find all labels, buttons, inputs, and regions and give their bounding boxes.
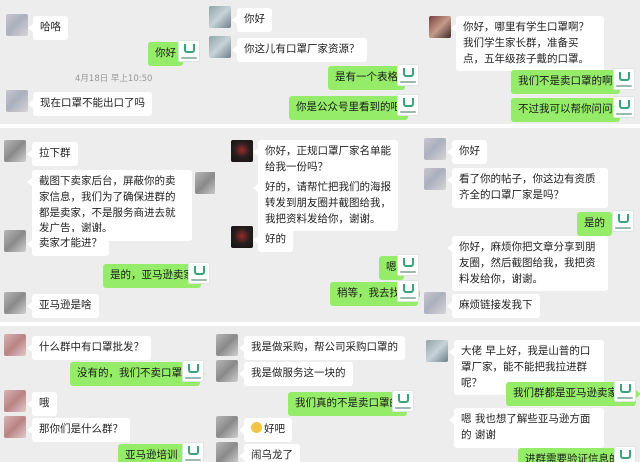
contact-avatar[interactable] [231,226,253,248]
contact-avatar[interactable] [4,334,26,356]
message-bubble-incoming: 闹乌龙了 [239,444,300,462]
self-avatar[interactable] [182,442,204,462]
contact-avatar[interactable] [4,390,26,412]
self-avatar[interactable] [614,446,636,462]
contact-avatar[interactable] [426,340,448,362]
message-bubble-outgoing: 没有的，我们不卖口罩的 [70,362,204,386]
message-bubble-incoming: 你这儿有口罩厂家资源？ [232,38,367,62]
contact-avatar[interactable] [6,90,28,112]
message-bubble-incoming: 亚马逊是啥 [27,294,99,318]
message-bubble-outgoing: 是有一个表格 [328,66,410,90]
self-avatar[interactable] [613,68,635,90]
message-bubble-incoming: 你好 [447,140,487,164]
contact-avatar[interactable] [216,416,238,438]
message-bubble-incoming: 嗯 我也想了解些亚马逊方面的 谢谢 [449,408,604,448]
chat-panel-1: 哈咯 你好 4月18日 早上10:50 现在口罩不能出口了吗 [0,0,205,124]
message-bubble-incoming: 卖家才能进？ [27,232,109,256]
message-bubble-incoming: 你好，麻烦你把文章分享到朋友圈，然后截图给我，我把资料发给你，谢谢。 [447,236,608,292]
contact-avatar[interactable] [216,442,238,462]
contact-avatar[interactable] [6,14,28,36]
message-bubble-incoming: 我是做服务这一块的 [239,362,353,386]
contact-avatar[interactable] [209,6,231,28]
message-bubble-incoming: 你好 [232,8,272,32]
message-bubble-incoming: 我是做采购，帮公司采购口罩的 [239,336,405,360]
chat-panel-6: 你好 看了你的帖子，你这边有资质齐全的口罩厂家是吗？ 是的 你好，麻烦你把文章分… [420,128,640,322]
message-bubble-incoming: 好吧 [239,418,292,442]
self-avatar[interactable] [397,94,419,116]
contact-avatar[interactable] [4,230,26,252]
chat-panel-8: 我是做采购，帮公司采购口罩的 我是做服务这一块的 我们真的不是卖口罩的 好吧 闹… [210,326,420,462]
message-bubble-incoming: 看了你的帖子，你这边有资质齐全的口罩厂家是吗？ [447,168,608,208]
message-bubble-incoming: 现在口罩不能出口了吗 [28,92,152,116]
contact-avatar[interactable] [4,416,26,438]
self-avatar[interactable] [188,262,210,284]
contact-avatar[interactable] [4,292,26,314]
message-bubble-outgoing: 是的，亚马逊卖家 [103,264,206,288]
message-bubble-outgoing: 你是公众号里看到的吧 [289,96,413,120]
message-bubble-outgoing: 不过我可以帮你问问 [511,98,624,122]
message-bubble-incoming: 你好，正规口罩厂家名单能给我一份吗？ [253,140,398,180]
contact-avatar[interactable] [195,172,215,194]
chat-panel-7: 什么群中有口罩批发？ 没有的，我们不卖口罩的 哦 那你们是什么群？ 亚马逊培训 [0,326,210,462]
contact-avatar[interactable] [424,168,446,190]
self-avatar[interactable] [182,360,204,382]
message-bubble-outgoing: 亚马逊培训 [118,444,189,462]
self-avatar[interactable] [613,96,635,118]
self-avatar[interactable] [612,210,634,232]
self-avatar[interactable] [397,254,419,276]
contact-avatar[interactable] [216,334,238,356]
message-bubble-outgoing: 我们不是卖口罩的啊 [511,70,624,94]
message-bubble-incoming: 你好，哪里有学生口罩啊？我们学生家长群，准备买点，五年级孩子戴的口罩。 [451,16,604,72]
contact-avatar[interactable] [429,16,451,38]
smile-emoji-icon [251,422,262,433]
self-avatar[interactable] [392,390,414,412]
message-bubble-outgoing: 我们真的不是卖口罩的 [288,392,412,416]
message-bubble-incoming: 拉下群 [27,142,78,166]
message-bubble-incoming: 好的 [253,228,293,252]
contact-avatar[interactable] [424,292,446,314]
message-bubble-incoming: 哈咯 [28,16,68,40]
message-bubble-incoming: 什么群中有口罩批发？ [27,336,151,360]
chat-panel-3: 你好，哪里有学生口罩啊？我们学生家长群，准备买点，五年级孩子戴的口罩。 我们不是… [425,0,640,124]
message-bubble-incoming: 好的，请帮忙把我们的海报转发到朋友圈并截图给我，我把资料发给你，谢谢。 [253,176,398,232]
chat-panel-5: 你好，正规口罩厂家名单能给我一份吗？ 好的，请帮忙把我们的海报转发到朋友圈并截图… [215,128,420,322]
message-bubble-incoming: 哦 [27,392,57,416]
self-avatar[interactable] [178,40,200,62]
self-avatar[interactable] [397,64,419,86]
message-bubble-outgoing: 进群需要验证信息的 [518,448,631,462]
message-text: 好吧 [264,423,285,435]
contact-avatar[interactable] [216,360,238,382]
message-bubble-outgoing: 是的 [577,212,617,236]
message-timestamp: 4月18日 早上10:50 [75,74,153,84]
message-bubble-incoming: 麻烦链接发我下 [447,294,540,318]
message-bubble-incoming: 截图下卖家后台，屏蔽你的卖家信息，我们为了确保进群的都是卖家，不是服务商进去就发… [27,170,192,241]
message-bubble-incoming: 那你们是什么群？ [27,418,130,442]
chat-panel-2: 你好 你这儿有口罩厂家资源？ 是有一个表格 你是公众号里看到的吧 [205,0,425,124]
contact-avatar[interactable] [424,138,446,160]
self-avatar[interactable] [614,380,636,402]
contact-avatar[interactable] [231,140,253,162]
contact-avatar[interactable] [209,36,231,58]
contact-avatar[interactable] [4,140,26,162]
self-avatar[interactable] [397,280,419,302]
chat-panel-4: 拉下群 截图下卖家后台，屏蔽你的卖家信息，我们为了确保进群的都是卖家，不是服务商… [0,128,215,322]
chat-panel-9: 大佬 早上好，我是山普的口罩厂家，能不能把我拉进群呢？ 我们群都是亚马逊卖家哦 … [420,326,640,462]
